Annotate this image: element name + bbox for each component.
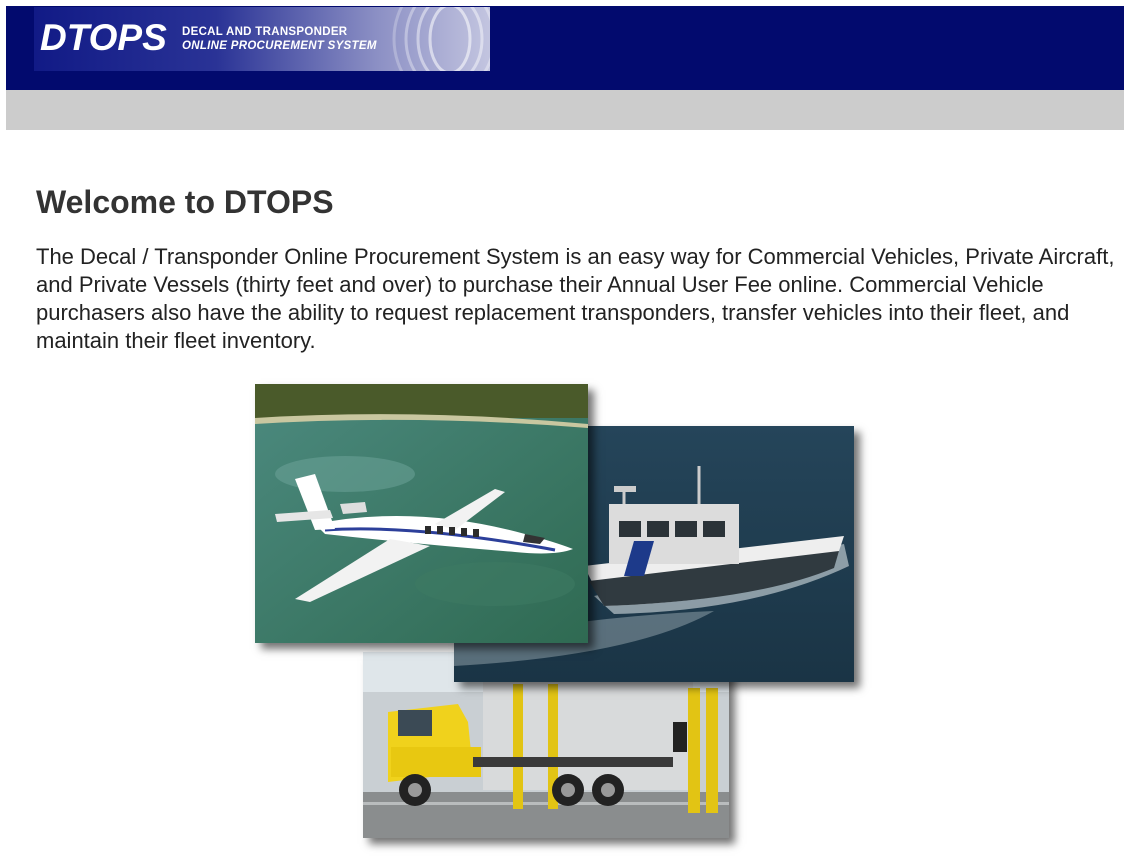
logo-subtitle-line2: ONLINE PROCUREMENT SYSTEM [182,40,377,52]
logo-wordmark: DTOPS [40,17,167,58]
airplane-photo [255,384,588,643]
intro-paragraph: The Decal / Transponder Online Procureme… [36,244,1115,353]
logo-subtitle: DECAL AND TRANSPONDER ONLINE PROCUREMENT… [182,25,377,53]
logo-subtitle-line1: DECAL AND TRANSPONDER [182,26,348,38]
header-banner: DTOPS DECAL AND TRANSPONDER ONLINE PROCU… [6,6,1124,90]
navigation-bar [6,90,1124,130]
page-title: Welcome to DTOPS [36,184,334,220]
dtops-logo[interactable]: DTOPS DECAL AND TRANSPONDER ONLINE PROCU… [34,7,490,71]
